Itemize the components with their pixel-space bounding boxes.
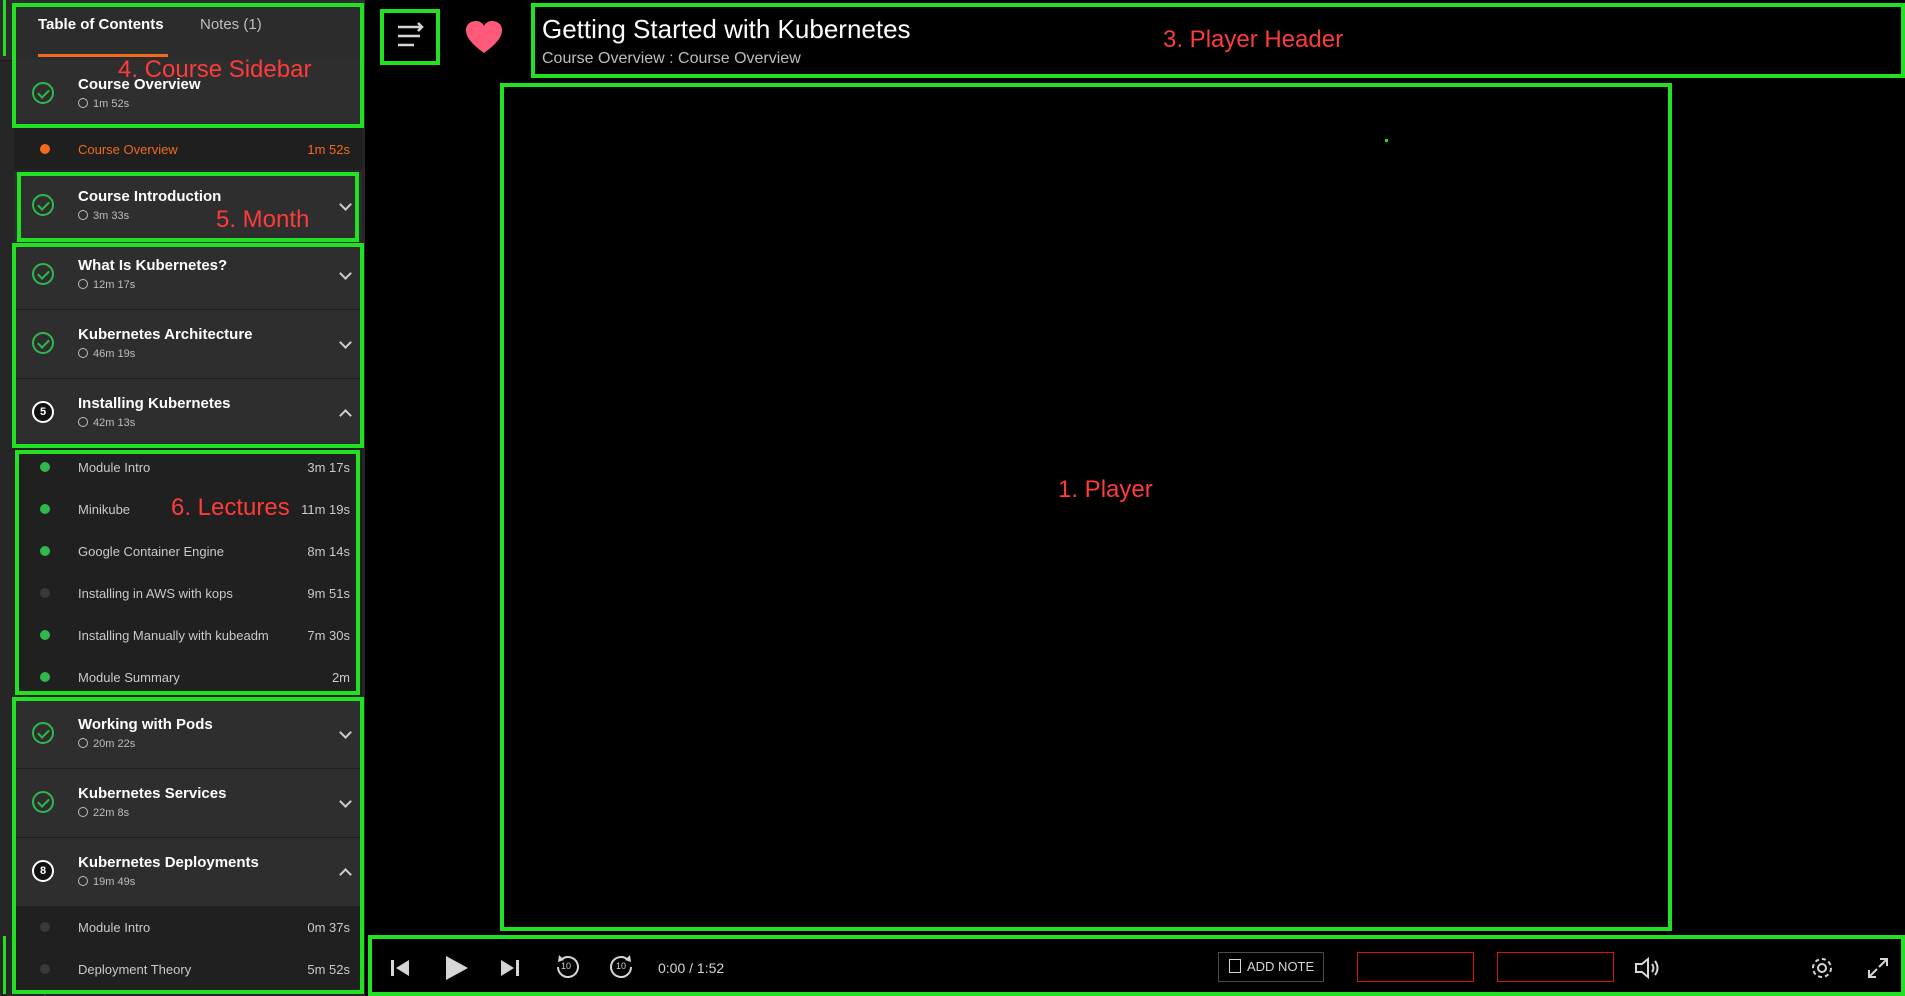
gear-icon	[1812, 958, 1832, 978]
forward-10-button[interactable]: 10	[607, 952, 637, 982]
fullscreen-button[interactable]	[1866, 956, 1890, 985]
annotation-edge-mark	[0, 0, 6, 56]
annotation-label-header: 3. Player Header	[1163, 26, 1344, 53]
clip-row-active[interactable]: Course Overview 1m 52s	[14, 128, 362, 170]
annotation-label-sidebar: 4. Course Sidebar	[118, 56, 312, 83]
play-button[interactable]	[442, 954, 470, 987]
menu-collapse-icon	[398, 22, 424, 47]
video-player[interactable]	[500, 83, 1672, 931]
volume-button[interactable]	[1634, 956, 1660, 985]
annotation-box-lectures	[15, 450, 360, 695]
settings-button[interactable]	[1810, 956, 1834, 985]
play-icon	[446, 956, 468, 980]
course-title: Getting Started with Kubernetes	[542, 14, 911, 44]
expand-icon	[1868, 958, 1888, 978]
previous-clip-button[interactable]	[388, 956, 412, 985]
next-clip-button[interactable]	[498, 956, 522, 985]
note-icon	[1229, 959, 1241, 973]
annotation-edge-mark	[0, 936, 6, 994]
annotation-box-red	[1357, 952, 1474, 982]
forward-seconds-label: 10	[616, 961, 627, 971]
clip-duration: 1m 52s	[307, 142, 350, 157]
playback-time: 0:00 / 1:52	[658, 960, 725, 976]
add-note-label: ADD NOTE	[1247, 959, 1315, 974]
annotation-box-red	[1497, 952, 1614, 982]
annotation-box-sidebar-modules	[12, 243, 364, 448]
current-clip-icon	[40, 144, 50, 154]
toggle-sidebar-button[interactable]	[380, 9, 440, 65]
skip-previous-icon	[391, 960, 409, 976]
annotation-label-lectures: 6. Lectures	[171, 494, 290, 521]
skip-next-icon	[501, 960, 519, 976]
annotation-box-sidebar-lower	[12, 697, 364, 994]
clip-breadcrumb: Course Overview : Course Overview	[542, 50, 801, 67]
volume-icon	[1635, 956, 1659, 980]
heart-icon	[466, 21, 502, 53]
rewind-10-button[interactable]: 10	[552, 952, 582, 982]
annotation-label-month: 5. Month	[216, 206, 310, 233]
annotation-label-player: 1. Player	[1058, 476, 1153, 503]
rewind-seconds-label: 10	[561, 961, 572, 971]
player-control-bar	[368, 935, 1905, 996]
player-pixel-marker	[1385, 139, 1388, 142]
add-note-button[interactable]: ADD NOTE	[1218, 952, 1324, 982]
clip-title: Course Overview	[78, 142, 178, 157]
favorite-button[interactable]	[464, 20, 504, 56]
